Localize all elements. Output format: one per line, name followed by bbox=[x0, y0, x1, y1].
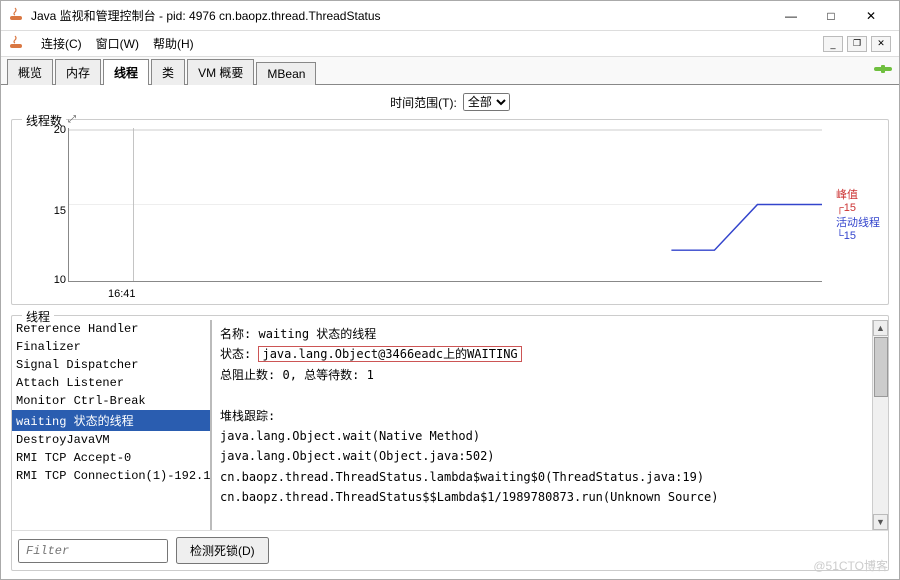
tab-vm[interactable]: VM 概要 bbox=[187, 59, 254, 85]
y-tick: 15 bbox=[54, 205, 66, 217]
detail-name-value: waiting 状态的线程 bbox=[258, 327, 376, 341]
y-axis: 20 15 10 bbox=[38, 128, 66, 282]
mdi-restore-button[interactable]: ❐ bbox=[847, 36, 867, 52]
menu-window[interactable]: 窗口(W) bbox=[96, 35, 139, 52]
thread-list-item[interactable]: Finalizer bbox=[12, 338, 210, 356]
threads-panel-title: 线程 bbox=[22, 308, 54, 325]
stack-label: 堆栈跟踪: bbox=[220, 406, 864, 426]
tab-mbean[interactable]: MBean bbox=[256, 62, 316, 85]
detail-name-label: 名称: bbox=[220, 327, 251, 341]
java-icon bbox=[9, 34, 25, 53]
java-icon bbox=[9, 6, 25, 25]
y-tick: 10 bbox=[54, 274, 66, 286]
detail-block-label: 总阻止数: bbox=[220, 368, 275, 382]
peak-label: 峰值 bbox=[836, 186, 880, 202]
detect-deadlock-button[interactable]: 检测死锁(D) bbox=[176, 537, 269, 564]
chart-area: 20 15 10 16:41 峰值 ┌15 活动线程 bbox=[68, 128, 822, 300]
detail-scrollbar[interactable]: ▲ ▼ bbox=[872, 320, 888, 530]
scroll-up-icon[interactable]: ▲ bbox=[873, 320, 888, 336]
tab-threads[interactable]: 线程 bbox=[103, 59, 149, 85]
thread-list[interactable]: Reference HandlerFinalizerSignal Dispatc… bbox=[12, 320, 212, 530]
window-title: Java 监视和管理控制台 - pid: 4976 cn.baopz.threa… bbox=[31, 7, 771, 24]
stack-line: cn.baopz.thread.ThreadStatus$$Lambda$1/1… bbox=[220, 487, 864, 507]
thread-list-item[interactable]: Monitor Ctrl-Break bbox=[12, 392, 210, 410]
time-range-bar: 时间范围(T): 全部 bbox=[1, 85, 899, 119]
chart-value-labels: 峰值 ┌15 活动线程 └15 bbox=[836, 186, 880, 242]
main-window: Java 监视和管理控制台 - pid: 4976 cn.baopz.threa… bbox=[0, 0, 900, 580]
maximize-button[interactable]: □ bbox=[811, 4, 851, 28]
mdi-close-button[interactable]: ✕ bbox=[871, 36, 891, 52]
menubar: 连接(C) 窗口(W) 帮助(H) _ ❐ ✕ bbox=[1, 31, 899, 57]
thread-detail: 名称: waiting 状态的线程状态: java.lang.Object@34… bbox=[212, 320, 872, 530]
filter-input[interactable] bbox=[18, 539, 168, 563]
thread-list-item[interactable]: Attach Listener bbox=[12, 374, 210, 392]
connection-status-icon bbox=[873, 62, 893, 79]
threads-footer: 检测死锁(D) bbox=[12, 530, 888, 570]
live-label: 活动线程 bbox=[836, 214, 880, 230]
stack-line: cn.baopz.thread.ThreadStatus.lambda$wait… bbox=[220, 467, 864, 487]
chart-plot[interactable] bbox=[68, 128, 822, 282]
mdi-buttons: _ ❐ ✕ bbox=[823, 36, 891, 52]
stack-line: java.lang.Object.wait(Object.java:502) bbox=[220, 446, 864, 466]
mdi-minimize-button[interactable]: _ bbox=[823, 36, 843, 52]
tab-memory[interactable]: 内存 bbox=[55, 59, 101, 85]
threads-panel: 线程 Reference HandlerFinalizerSignal Disp… bbox=[11, 315, 889, 571]
minimize-button[interactable]: — bbox=[771, 4, 811, 28]
live-value: └15 bbox=[836, 230, 880, 242]
scroll-thumb[interactable] bbox=[874, 337, 888, 397]
detail-status-label: 状态: bbox=[220, 347, 251, 361]
thread-list-item[interactable]: RMI TCP Accept-0 bbox=[12, 449, 210, 467]
thread-list-item[interactable]: Signal Dispatcher bbox=[12, 356, 210, 374]
detail-wait-value: 1 bbox=[367, 368, 374, 382]
time-range-select[interactable]: 全部 bbox=[463, 93, 510, 111]
thread-list-item[interactable]: RMI TCP Connection(1)-192.168. bbox=[12, 467, 210, 485]
tab-classes[interactable]: 类 bbox=[151, 59, 185, 85]
time-range-label: 时间范围(T): bbox=[390, 94, 457, 111]
titlebar: Java 监视和管理控制台 - pid: 4976 cn.baopz.threa… bbox=[1, 1, 899, 31]
content-area: 时间范围(T): 全部 线程数 ⤢ 20 15 10 bbox=[1, 85, 899, 579]
x-tick: 16:41 bbox=[108, 288, 136, 300]
tabbar: 概览 内存 线程 类 VM 概要 MBean bbox=[1, 57, 899, 85]
menu-help[interactable]: 帮助(H) bbox=[153, 35, 194, 52]
menu-connect[interactable]: 连接(C) bbox=[41, 35, 82, 52]
detail-block-value: 0, bbox=[282, 368, 296, 382]
peak-value: ┌15 bbox=[836, 202, 880, 214]
expand-icon[interactable]: ⤢ bbox=[68, 114, 76, 125]
detail-status-value: java.lang.Object@3466eadc上的WAITING bbox=[258, 346, 521, 362]
stack-line: java.lang.Object.wait(Native Method) bbox=[220, 426, 864, 446]
thread-list-item[interactable]: waiting 状态的线程 bbox=[12, 410, 210, 431]
y-tick: 20 bbox=[54, 124, 66, 136]
detail-wait-label: 总等待数: bbox=[304, 368, 359, 382]
close-button[interactable]: ✕ bbox=[851, 4, 891, 28]
thread-count-chart: 线程数 ⤢ 20 15 10 16:41 bbox=[11, 119, 889, 305]
thread-list-item[interactable]: DestroyJavaVM bbox=[12, 431, 210, 449]
tab-overview[interactable]: 概览 bbox=[7, 59, 53, 85]
scroll-down-icon[interactable]: ▼ bbox=[873, 514, 888, 530]
